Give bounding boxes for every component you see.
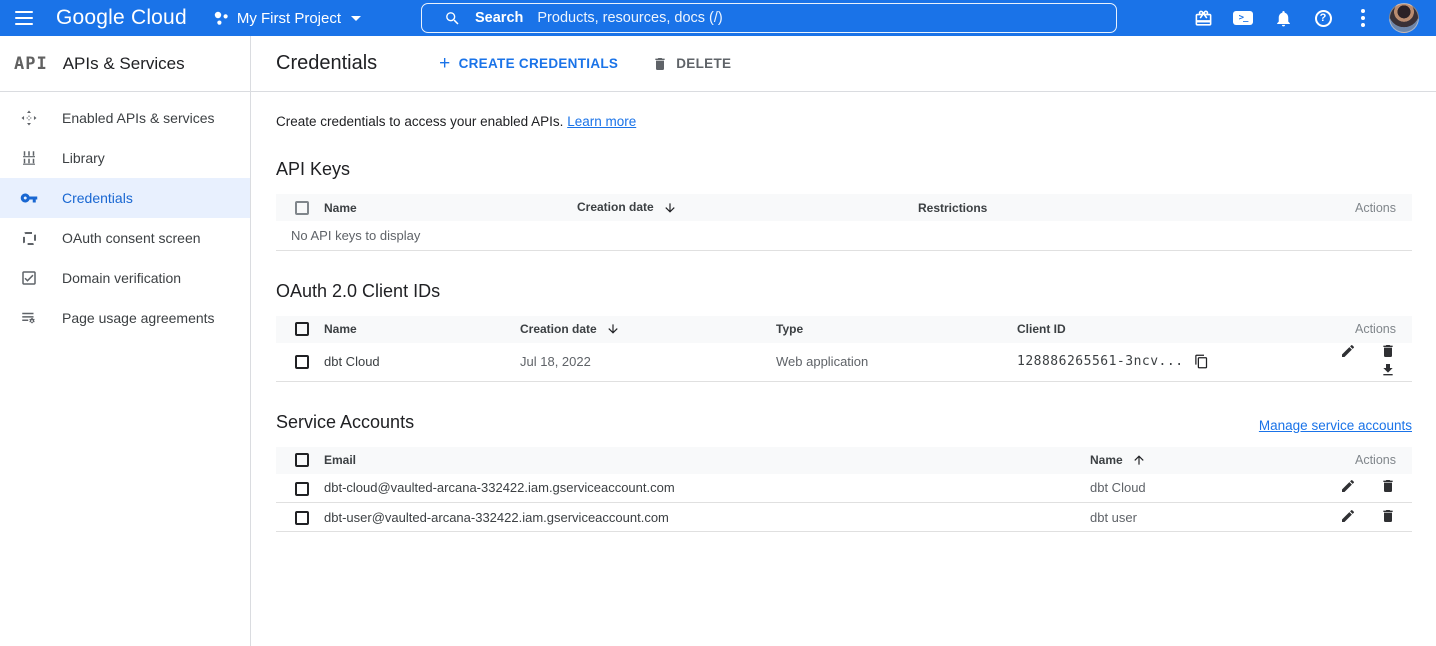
column-header-name: Name <box>324 194 577 221</box>
intro-text: Create credentials to access your enable… <box>276 114 1412 129</box>
plus-icon: + <box>439 54 450 73</box>
column-header-restrictions: Restrictions <box>918 194 1282 221</box>
topbar-actions: >_ ? <box>1183 0 1419 36</box>
service-account-email: dbt-user@vaulted-arcana-332422.iam.gserv… <box>324 503 1090 532</box>
help-icon[interactable]: ? <box>1303 0 1343 36</box>
project-icon <box>213 10 229 26</box>
client-type: Web application <box>776 343 1017 382</box>
service-accounts-heading: Service Accounts <box>276 412 414 433</box>
library-icon <box>20 149 38 167</box>
oauth-clients-heading: OAuth 2.0 Client IDs <box>276 281 1412 302</box>
client-id-cell: 128886265561-3ncv... <box>1017 343 1282 382</box>
client-creation-date: Jul 18, 2022 <box>520 343 776 382</box>
copy-icon[interactable] <box>1194 354 1209 369</box>
checkbox-check-icon <box>20 269 38 287</box>
google-cloud-logo[interactable]: Google Cloud <box>56 6 187 30</box>
sort-desc-icon[interactable] <box>606 322 620 336</box>
api-keys-heading: API Keys <box>276 159 1412 180</box>
select-all-checkbox[interactable] <box>295 322 309 336</box>
delete-trash-icon[interactable] <box>1380 343 1396 359</box>
page-header: Credentials + CREATE CREDENTIALS DELETE <box>251 36 1436 91</box>
row-checkbox[interactable] <box>295 511 309 525</box>
edit-pencil-icon[interactable] <box>1340 508 1356 524</box>
oauth-clients-table: Name Creation date Type Client ID Action… <box>276 316 1412 382</box>
delete-trash-icon[interactable] <box>1380 508 1396 524</box>
more-vert-icon[interactable] <box>1343 0 1383 36</box>
column-header-email: Email <box>324 447 1090 474</box>
sidebar-header: API APIs & Services <box>0 36 251 91</box>
apis-services-icon: API <box>14 54 48 74</box>
learn-more-link[interactable]: Learn more <box>567 114 636 129</box>
download-icon[interactable] <box>1380 362 1396 378</box>
delete-trash-icon[interactable] <box>1380 478 1396 494</box>
search-label: Search <box>475 10 523 26</box>
key-icon <box>20 189 38 207</box>
edit-pencil-icon[interactable] <box>1340 343 1356 359</box>
column-header-type: Type <box>776 316 1017 343</box>
sidebar-item-credentials[interactable]: Credentials <box>0 178 250 218</box>
service-account-name: dbt user <box>1090 503 1282 532</box>
search-placeholder: Products, resources, docs (/) <box>537 10 722 26</box>
trash-icon <box>652 56 668 72</box>
enabled-apis-icon <box>20 109 38 127</box>
row-checkbox[interactable] <box>295 355 309 369</box>
page-title: Credentials <box>276 52 377 75</box>
header-strip: API APIs & Services Credentials + CREATE… <box>0 36 1436 92</box>
manage-service-accounts-link[interactable]: Manage service accounts <box>1259 418 1412 433</box>
api-keys-table: Name Creation date Restrictions Actions … <box>276 194 1412 251</box>
sidebar-item-oauth-consent[interactable]: OAuth consent screen <box>0 218 250 258</box>
client-id-value: 128886265561-3ncv... <box>1017 354 1184 369</box>
chevron-down-icon <box>351 16 361 21</box>
hamburger-menu-icon[interactable] <box>4 0 44 36</box>
column-header-client-id: Client ID <box>1017 316 1282 343</box>
table-row: dbt-user@vaulted-arcana-332422.iam.gserv… <box>276 503 1412 532</box>
empty-state-row: No API keys to display <box>276 221 1412 250</box>
column-header-actions: Actions <box>1282 194 1412 221</box>
column-header-name: Name <box>324 316 520 343</box>
column-header-creation-date: Creation date <box>577 194 918 221</box>
select-all-checkbox[interactable] <box>295 201 309 215</box>
sidebar-item-enabled-apis[interactable]: Enabled APIs & services <box>0 98 250 138</box>
search-icon <box>444 10 461 27</box>
table-row: dbt-cloud@vaulted-arcana-332422.iam.gser… <box>276 474 1412 503</box>
sidebar-item-domain-verification[interactable]: Domain verification <box>0 258 250 298</box>
edit-pencil-icon[interactable] <box>1340 478 1356 494</box>
table-row: dbt Cloud Jul 18, 2022 Web application 1… <box>276 343 1412 382</box>
service-account-name: dbt Cloud <box>1090 474 1282 503</box>
client-name: dbt Cloud <box>324 343 520 382</box>
main-content: Create credentials to access your enable… <box>251 92 1436 646</box>
search-input[interactable]: Search Products, resources, docs (/) <box>421 3 1117 33</box>
oauth-consent-icon <box>20 229 38 247</box>
sidebar-nav: Enabled APIs & services Library Credenti… <box>0 92 251 646</box>
column-header-actions: Actions <box>1282 447 1412 474</box>
free-trial-gift-icon[interactable] <box>1183 0 1223 36</box>
cloud-shell-icon[interactable]: >_ <box>1223 0 1263 36</box>
delete-button[interactable]: DELETE <box>652 56 731 72</box>
create-credentials-button[interactable]: + CREATE CREDENTIALS <box>439 54 618 73</box>
sidebar-item-page-usage[interactable]: Page usage agreements <box>0 298 250 338</box>
sort-asc-icon[interactable] <box>1132 453 1146 467</box>
service-accounts-table: Email Name Actions dbt-cloud@vaulted-arc… <box>276 447 1412 533</box>
column-header-creation-date: Creation date <box>520 316 776 343</box>
notifications-bell-icon[interactable] <box>1263 0 1303 36</box>
column-header-actions: Actions <box>1282 316 1412 343</box>
avatar[interactable] <box>1389 3 1419 33</box>
sidebar-title: APIs & Services <box>63 54 185 74</box>
top-bar: Google Cloud My First Project Search Pro… <box>0 0 1436 36</box>
select-all-checkbox[interactable] <box>295 453 309 467</box>
sort-desc-icon[interactable] <box>663 201 677 215</box>
service-account-email: dbt-cloud@vaulted-arcana-332422.iam.gser… <box>324 474 1090 503</box>
row-checkbox[interactable] <box>295 482 309 496</box>
project-name: My First Project <box>237 10 341 27</box>
project-selector[interactable]: My First Project <box>213 10 361 27</box>
sidebar-item-library[interactable]: Library <box>0 138 250 178</box>
column-header-name: Name <box>1090 447 1282 474</box>
list-gear-icon <box>20 309 38 327</box>
